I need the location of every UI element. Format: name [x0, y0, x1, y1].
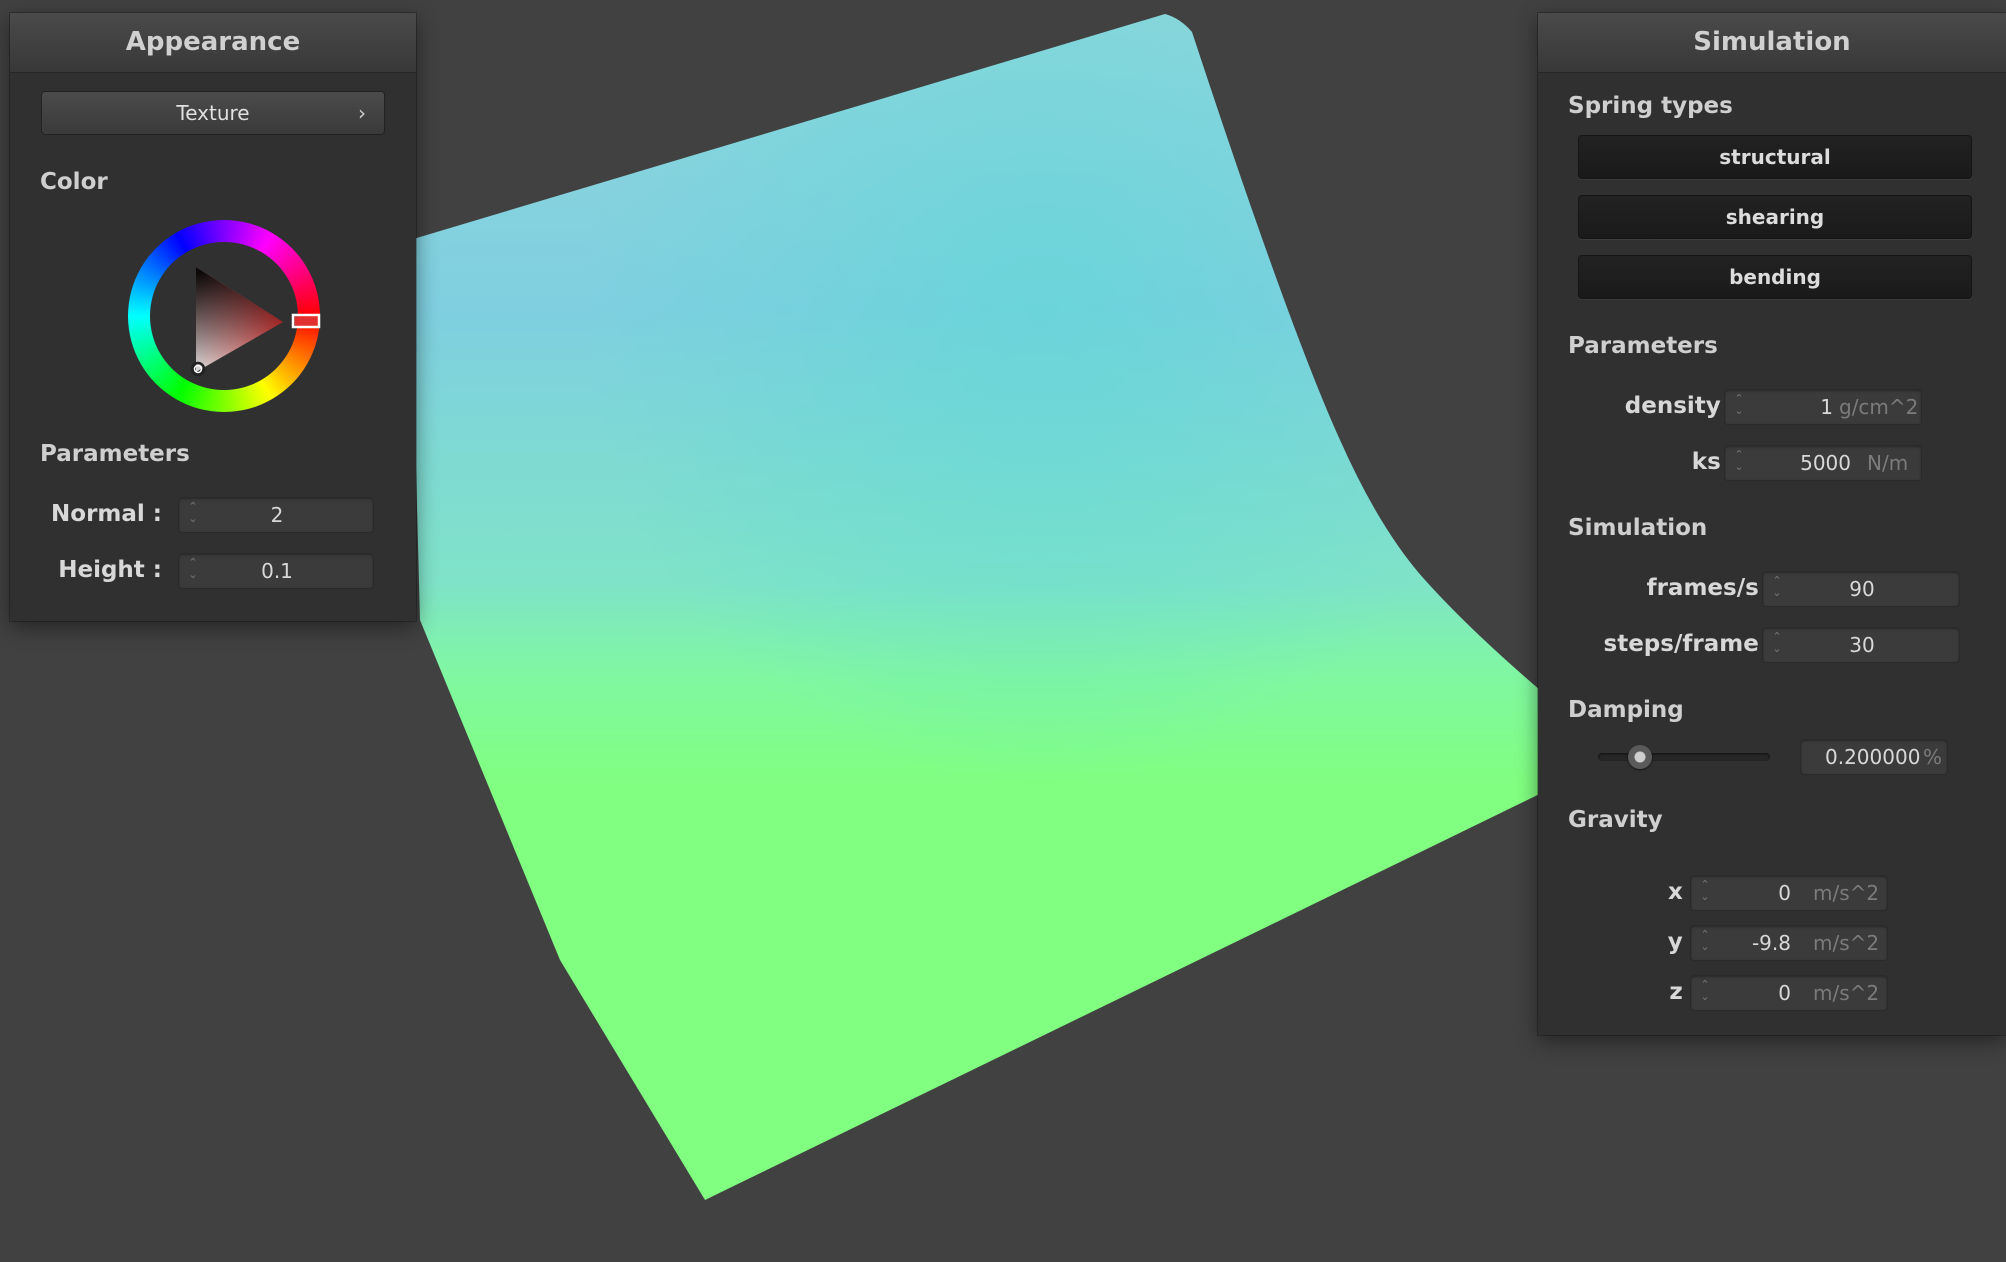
simulation-panel-title: Simulation [1538, 13, 2006, 73]
height-input[interactable]: ⌃ ⌄ 0.1 [178, 553, 374, 589]
frames-input[interactable]: ⌃ ⌄ 90 [1762, 571, 1960, 607]
chevron-right-icon: › [358, 101, 366, 125]
color-section-label: Color [40, 169, 108, 195]
normal-label: Normal : [51, 501, 162, 527]
structural-button[interactable]: structural [1578, 135, 1972, 179]
appearance-panel: Appearance Texture › Color Parameters No… [10, 13, 416, 621]
gravity-y-label: y : [1667, 929, 1700, 955]
height-label: Height : [58, 557, 162, 583]
ks-label: ks : [1691, 449, 1738, 475]
ks-input[interactable]: ⌃ ⌄ 5000 N/m [1724, 445, 1922, 481]
damping-input[interactable]: 0.200000 % [1800, 739, 1948, 775]
steps-input[interactable]: ⌃ ⌄ 30 [1762, 627, 1960, 663]
shearing-button[interactable]: shearing [1578, 195, 1972, 239]
gravity-x-label: x : [1667, 879, 1700, 905]
spinner-icon[interactable]: ⌃ ⌄ [1733, 449, 1745, 477]
damping-slider-track[interactable] [1598, 753, 1770, 761]
spinner-icon[interactable]: ⌃ ⌄ [1699, 929, 1711, 957]
appearance-parameters-label: Parameters [40, 441, 190, 467]
color-wheel-icon[interactable] [123, 215, 325, 417]
density-input[interactable]: ⌃ ⌄ 1 g/cm^2 [1724, 389, 1922, 425]
spring-types-label: Spring types [1568, 93, 1733, 119]
steps-label: steps/frame : [1603, 631, 1776, 657]
simulation-panel: Simulation Spring types structural shear… [1538, 13, 2006, 1035]
density-label: density : [1624, 393, 1738, 419]
sim-parameters-label: Parameters [1568, 333, 1718, 359]
cloth-shading [410, 14, 1558, 1200]
spinner-icon[interactable]: ⌃ ⌄ [1699, 879, 1711, 907]
damping-slider-handle[interactable] [1627, 745, 1652, 769]
damping-label: Damping [1568, 697, 1684, 723]
sim-simulation-label: Simulation [1568, 515, 1708, 541]
gravity-y-input[interactable]: ⌃ ⌄ -9.8 m/s^2 [1690, 925, 1888, 961]
normal-input[interactable]: ⌃ ⌄ 2 [178, 497, 374, 533]
bending-button[interactable]: bending [1578, 255, 1972, 299]
gravity-z-label: z : [1669, 979, 1700, 1005]
spinner-icon[interactable]: ⌃ ⌄ [1733, 393, 1745, 421]
frames-label: frames/s : [1646, 575, 1776, 601]
spinner-icon[interactable]: ⌃ ⌄ [1699, 979, 1711, 1007]
gravity-z-input[interactable]: ⌃ ⌄ 0 m/s^2 [1690, 975, 1888, 1011]
gravity-label: Gravity [1568, 807, 1663, 833]
appearance-panel-title: Appearance [10, 13, 416, 73]
gravity-x-input[interactable]: ⌃ ⌄ 0 m/s^2 [1690, 875, 1888, 911]
texture-button-label: Texture [176, 101, 250, 125]
texture-button[interactable]: Texture › [41, 91, 385, 135]
